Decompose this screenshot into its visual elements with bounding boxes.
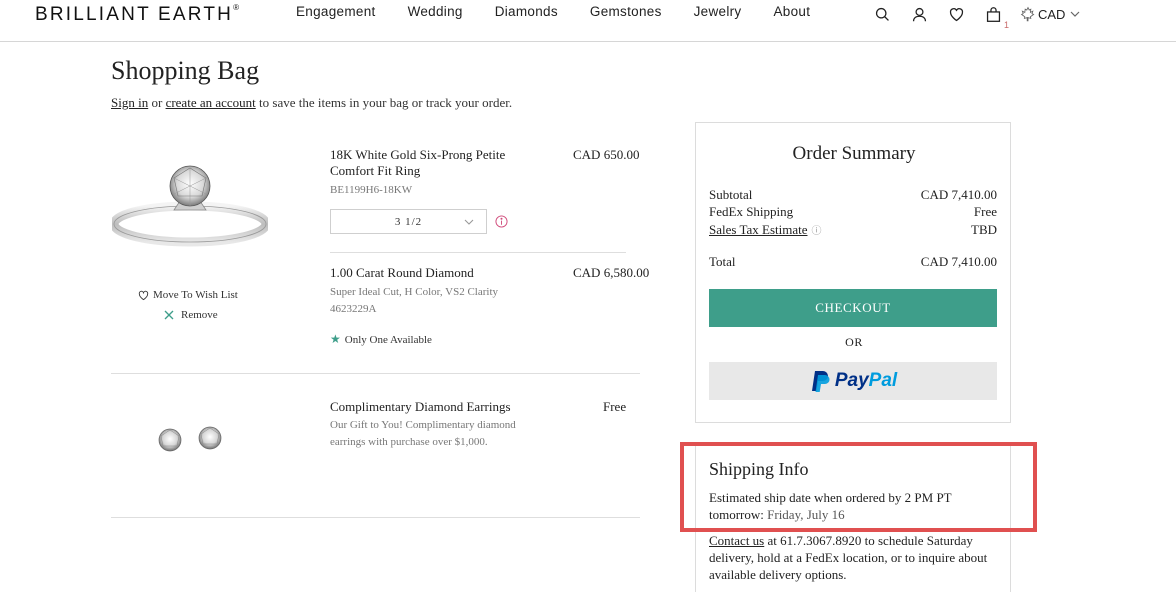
nav-jewelry[interactable]: Jewelry xyxy=(694,4,742,19)
create-account-link[interactable]: create an account xyxy=(166,95,256,110)
item-earrings-desc: Our Gift to You! Complimentary diamond e… xyxy=(330,419,516,448)
ring-image[interactable] xyxy=(112,158,268,254)
logo[interactable]: BRILLIANT EARTH® xyxy=(35,3,239,26)
item-diamond-title[interactable]: 1.00 Carat Round Diamond xyxy=(330,265,474,281)
order-summary: Order Summary Subtotal CAD 7,410.00 FedE… xyxy=(695,122,1011,423)
signin-or: or xyxy=(148,95,166,110)
item-divider xyxy=(111,373,640,374)
wish-label: Move To Wish List xyxy=(153,289,238,301)
star-icon: ★ xyxy=(330,332,341,346)
subtotal-value: CAD 7,410.00 xyxy=(920,187,997,202)
size-info-icon[interactable] xyxy=(495,215,508,228)
signin-prompt: Sign in or create an account to save the… xyxy=(111,95,512,111)
paypal-pal-text: Pal xyxy=(868,370,898,391)
subtotal-row: Subtotal CAD 7,410.00 xyxy=(709,187,997,203)
checkout-button[interactable]: CHECKOUT xyxy=(709,289,997,327)
availability-badge: ★ Only One Available xyxy=(330,332,432,347)
shipping-row: FedEx Shipping Free xyxy=(709,204,997,220)
move-to-wishlist-button[interactable]: Move To Wish List xyxy=(138,289,238,301)
item-earrings-price: Free xyxy=(603,399,627,414)
total-label: Total xyxy=(709,254,736,269)
sign-in-link[interactable]: Sign in xyxy=(111,95,148,110)
contact-us-link[interactable]: Contact us xyxy=(709,533,764,548)
item-ring-title[interactable]: 18K White Gold Six-Prong Petite Comfort … xyxy=(330,147,530,179)
search-icon[interactable] xyxy=(872,4,892,24)
item-divider xyxy=(330,252,626,253)
item-earrings-title[interactable]: Complimentary Diamond Earrings xyxy=(330,399,511,415)
subtotal-label: Subtotal xyxy=(709,187,753,202)
paypal-icon xyxy=(811,371,830,392)
chevron-down-icon xyxy=(1071,11,1080,17)
order-summary-title: Order Summary xyxy=(792,143,916,164)
nav-wedding[interactable]: Wedding xyxy=(408,4,463,19)
chevron-down-icon xyxy=(464,219,474,225)
item-divider xyxy=(111,517,640,518)
item-diamond-sku: 4623229A xyxy=(330,303,377,315)
paypal-pay-text: Pay xyxy=(834,370,869,391)
bag-count: 1 xyxy=(1003,20,1009,30)
shipping-label: FedEx Shipping xyxy=(709,204,794,219)
paypal-button[interactable]: PayPal xyxy=(709,362,997,400)
remove-button[interactable]: Remove xyxy=(164,309,218,321)
total-value: CAD 7,410.00 xyxy=(920,254,997,269)
heart-icon xyxy=(138,290,149,300)
contact-info: Contact us at 61.7.3067.8920 to schedule… xyxy=(709,532,1001,583)
remove-label: Remove xyxy=(181,309,218,321)
main-nav: Engagement Wedding Diamonds Gemstones Je… xyxy=(296,4,842,19)
tax-info-icon[interactable]: ⓘ xyxy=(812,222,822,237)
currency-selector[interactable]: CAD xyxy=(1020,6,1080,22)
ring-size-value: 3 1/2 xyxy=(394,215,423,228)
page-title: Shopping Bag xyxy=(111,56,260,85)
shipping-value: Free xyxy=(973,204,997,219)
total-row: Total CAD 7,410.00 xyxy=(709,254,997,270)
logo-trademark: ® xyxy=(233,3,239,12)
nav-diamonds[interactable]: Diamonds xyxy=(495,4,558,19)
nav-about[interactable]: About xyxy=(774,4,811,19)
availability-text: Only One Available xyxy=(344,333,432,346)
close-icon xyxy=(164,310,174,320)
header-icons: 1 CAD xyxy=(872,4,1080,30)
currency-label: CAD xyxy=(1038,6,1066,22)
signin-suffix: to save the items in your bag or track y… xyxy=(255,95,513,110)
item-ring-sku: BE1199H6-18KW xyxy=(330,184,413,196)
highlight-box xyxy=(680,442,1037,532)
heart-icon[interactable] xyxy=(946,4,966,24)
maple-leaf-icon xyxy=(1020,6,1035,22)
site-header: BRILLIANT EARTH® Engagement Wedding Diam… xyxy=(0,0,1176,42)
or-divider: OR xyxy=(845,335,863,349)
item-diamond-price: CAD 6,580.00 xyxy=(573,265,650,280)
bag-icon[interactable]: 1 xyxy=(983,4,1009,30)
ring-size-select[interactable]: 3 1/2 xyxy=(330,209,487,234)
tax-value: TBD xyxy=(971,222,997,237)
account-icon[interactable] xyxy=(909,4,929,24)
item-diamond-desc: Super Ideal Cut, H Color, VS2 Clarity xyxy=(330,286,499,298)
earrings-image[interactable] xyxy=(150,418,230,458)
nav-gemstones[interactable]: Gemstones xyxy=(590,4,662,19)
item-ring-price: CAD 650.00 xyxy=(573,147,640,162)
logo-text: BRILLIANT EARTH xyxy=(35,4,234,25)
tax-row: Sales Tax Estimate ⓘ TBD xyxy=(709,222,997,238)
sales-tax-link[interactable]: Sales Tax Estimate xyxy=(709,222,808,237)
nav-engagement[interactable]: Engagement xyxy=(296,4,376,19)
